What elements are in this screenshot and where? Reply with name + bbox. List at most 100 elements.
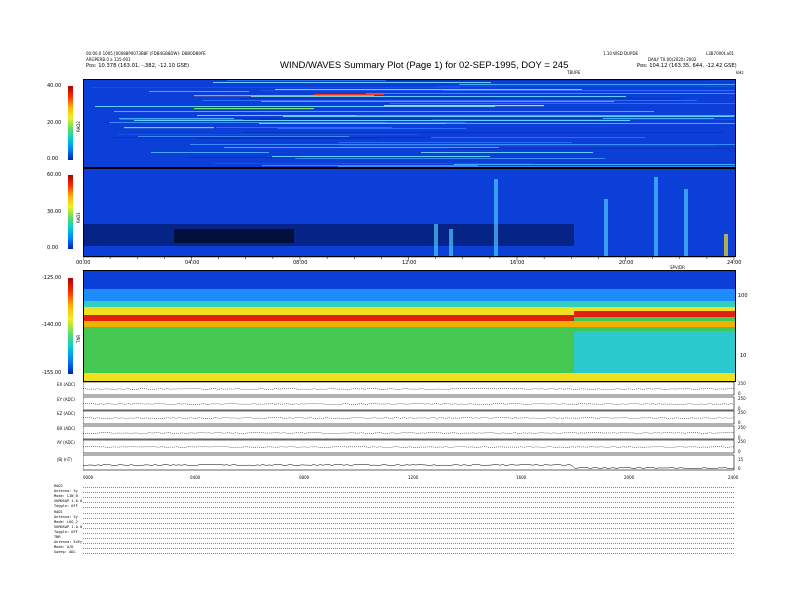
rad1-burst	[604, 199, 608, 256]
trace-b-rtick-top: 15	[738, 457, 744, 462]
rad2-streak	[120, 119, 243, 120]
parameter-line: RAD1	[54, 509, 63, 514]
rad2-streak	[224, 147, 499, 148]
rad2-streak	[149, 91, 249, 92]
rad2-streak	[275, 89, 582, 90]
rad2-streak	[234, 118, 603, 119]
parameter-dotted-row	[83, 527, 734, 529]
parameter-dotted-row	[83, 517, 734, 519]
tnr-tick-mid: -140.00	[42, 322, 62, 328]
tnr-colorbar	[68, 278, 73, 374]
rad2-tick-top: 40.00	[47, 83, 62, 89]
trace-b-rtick-bottom: 0	[738, 466, 741, 471]
parameter-line: Mode: A/D	[54, 545, 74, 550]
header-right-line2: DAILY T0.00(2020) 2002	[648, 57, 697, 62]
rad1-burst	[684, 189, 688, 256]
parameter-dotted-row	[83, 553, 734, 555]
header-right-line1: 1.10 WSD DUPDE	[603, 51, 639, 56]
rad1-burst	[434, 224, 438, 256]
trace-frame	[83, 454, 735, 471]
time-label-2: 08:00	[293, 260, 308, 266]
tnr-band	[84, 315, 574, 321]
parameter-line: Mode: LOG_2	[54, 519, 78, 524]
rad2-streak	[114, 137, 463, 138]
trace-frame	[83, 410, 735, 425]
tnr-band	[574, 311, 735, 317]
header-right-line1b: L3B7000t.a01	[706, 51, 735, 56]
trace-label-ey: EY (ADC)	[57, 397, 75, 402]
parameter-dotted-row	[83, 543, 734, 545]
rad2-streak	[449, 148, 735, 149]
time-label-0: 00:00	[76, 260, 91, 266]
trace-ez-rtick-top: 250	[738, 410, 746, 415]
trace-line	[83, 432, 735, 434]
rad1-tick-top: 60.00	[47, 172, 62, 178]
rad2-streak	[134, 120, 630, 121]
trace-ay-rtick-bottom: 0	[738, 449, 741, 454]
rad2-streak	[202, 100, 697, 101]
bottom-time-0: 0000	[83, 475, 94, 480]
trace-label-bx: BX (ADC)	[57, 426, 76, 431]
rad2-streak	[340, 145, 717, 146]
plot-title: WIND/WAVES Summary Plot (Page 1) for 02-…	[280, 60, 569, 71]
rad2-streak	[443, 90, 735, 91]
trace-ex-rtick-top: 250	[738, 381, 746, 386]
rad2-streak	[421, 152, 593, 153]
summary-plot-page: 00:00.0 1005 [00088P0073B8F (FDB4GB8DW)-…	[0, 0, 792, 612]
rad2-streak	[114, 111, 654, 112]
parameter-dotted-row	[83, 507, 734, 509]
parameter-line: TNR	[54, 535, 61, 539]
rad2-tick-bottom: 0.00	[47, 156, 59, 162]
rad2-streak	[213, 82, 491, 83]
freq-unit-top: kHz	[736, 70, 744, 75]
rad2-streak	[454, 164, 735, 165]
parameter-dotted-row	[83, 548, 734, 550]
bottom-time-1: 0400	[190, 475, 201, 480]
rad2-streak	[244, 132, 723, 133]
rad2-streak	[138, 136, 349, 137]
rad2-streak	[109, 122, 386, 123]
parameter-line: SUMOSAP 1.0.0	[54, 524, 83, 529]
trace-line	[83, 464, 735, 469]
time-label-6: 24:00	[727, 260, 742, 266]
header-right-position: Pos: 104.12 (163.35, 644, -12.42 GSE)	[637, 63, 737, 69]
trace-line	[83, 388, 735, 390]
bottom-time-4: 1600	[516, 475, 527, 480]
rad2-streak	[111, 87, 304, 88]
trace-label-ez: EZ (ADC)	[57, 411, 76, 416]
rad2-streak	[446, 123, 735, 124]
tnr-band	[84, 301, 735, 307]
rad2-streak	[386, 80, 711, 81]
rad2-bright-streak	[194, 108, 314, 110]
time-label-1: 04:00	[185, 260, 200, 266]
parameter-line: Antenna: Sy	[54, 514, 78, 519]
rad2-bright-streak	[384, 105, 544, 107]
bottom-time-5: 2000	[624, 475, 635, 480]
rad1-burst	[494, 179, 498, 256]
header-left-line1: 00:00.0 1005 [00088P0073B8F (FDB4GB8DW)-…	[86, 51, 206, 56]
parameter-line: Sweep: ADL	[54, 550, 76, 555]
rad2-streak	[213, 163, 532, 164]
rad2-streak	[151, 152, 269, 153]
trace-plots	[83, 381, 735, 471]
parameter-dotted-row	[83, 487, 734, 488]
rad1-burst	[654, 177, 658, 256]
parameter-line: Mode: LIN_0	[54, 494, 78, 499]
parameter-dotted-row	[83, 502, 734, 504]
rad2-streak	[283, 116, 734, 117]
rad1-burst	[724, 234, 728, 256]
rad2-streak	[189, 157, 301, 158]
tnr-band	[84, 289, 735, 301]
tnr-right-tick-100: 100	[738, 293, 748, 299]
header-title-sub: TBURE	[567, 70, 581, 75]
rad2-streak	[196, 138, 381, 139]
rad2-tick-mid: 20.00	[47, 120, 62, 126]
trace-line	[83, 417, 735, 419]
parameter-line: Antenna: Sy	[54, 489, 78, 494]
rad2-streak	[390, 103, 735, 104]
tnr-right-tick-10: 10	[740, 353, 747, 359]
rad2-streak	[295, 158, 605, 159]
tnr-tick-top: -125.00	[42, 275, 62, 281]
rad2-bright-streak	[314, 94, 384, 96]
trace-bx-rtick-top: 250	[738, 425, 746, 430]
